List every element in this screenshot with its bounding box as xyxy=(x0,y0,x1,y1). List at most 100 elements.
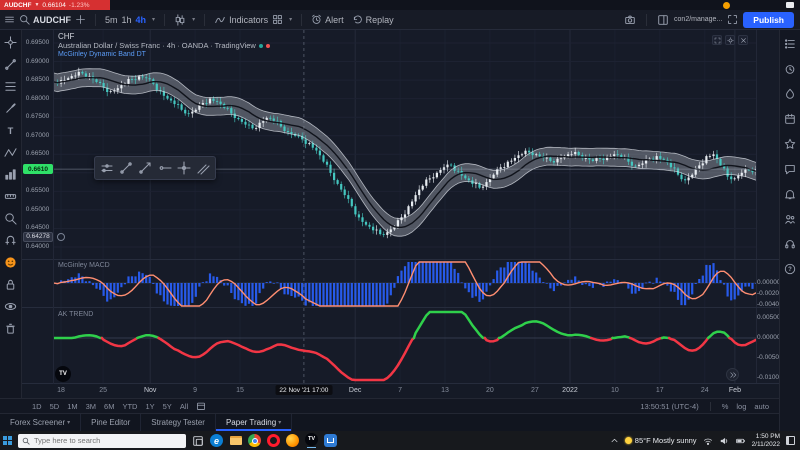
ideas-star-icon[interactable] xyxy=(784,138,796,150)
magnet-icon[interactable] xyxy=(4,234,17,247)
bottom-tab[interactable]: Strategy Tester xyxy=(141,414,216,431)
profile-avatar[interactable] xyxy=(723,1,730,9)
active-browser-tab[interactable]: AUDCHF ▼ 0.66104 -1.23% xyxy=(0,0,110,10)
publish-button[interactable]: Publish xyxy=(743,11,794,28)
range-button[interactable]: 5D xyxy=(46,402,64,411)
crosshair-icon[interactable] xyxy=(4,36,17,49)
emoji-tool-icon[interactable] xyxy=(4,256,17,269)
fib-retracement-icon[interactable] xyxy=(4,80,17,93)
tradingview-watermark-logo[interactable]: TV xyxy=(55,366,71,382)
notification-center-icon[interactable] xyxy=(786,436,795,445)
weather-widget[interactable]: 85°F Mostly sunny xyxy=(624,436,697,445)
parallel-channel-tool-icon[interactable] xyxy=(196,161,210,175)
chrome-browser-icon[interactable] xyxy=(248,434,261,447)
pane-divider[interactable] xyxy=(22,307,779,308)
eye-icon[interactable] xyxy=(4,300,17,313)
go-to-date-calendar-icon[interactable] xyxy=(196,401,206,411)
indicators-button[interactable]: Indicators xyxy=(214,14,268,26)
brush-icon[interactable] xyxy=(4,102,17,115)
replay-button[interactable]: Replay xyxy=(352,14,394,25)
trend-line-icon[interactable] xyxy=(4,58,17,71)
edge-browser-icon[interactable]: e xyxy=(210,434,223,447)
alert-marker-icon[interactable] xyxy=(57,232,65,241)
tray-chevron-up-icon[interactable] xyxy=(610,436,619,445)
templates-caret[interactable]: ▾ xyxy=(289,16,292,23)
file-explorer-icon[interactable] xyxy=(229,434,242,447)
scale-toggle[interactable]: % xyxy=(718,402,733,411)
text-tool-icon[interactable]: T xyxy=(4,124,17,137)
forecast-icon[interactable] xyxy=(4,168,17,181)
time-scale[interactable]: 18 25 Nov 9 15 Dec 7 13 20 27 2022 10 17 24 Feb 22 Nov… xyxy=(22,384,779,398)
trend-panel-canvas[interactable] xyxy=(54,308,756,384)
macd-panel-canvas[interactable] xyxy=(54,260,756,308)
pane-maximize-icon[interactable] xyxy=(712,35,722,45)
chart-style-button[interactable] xyxy=(174,13,186,26)
scale-toggle[interactable]: log xyxy=(732,402,750,411)
compare-plus-icon[interactable] xyxy=(75,14,86,25)
timeframe-caret[interactable]: ▾ xyxy=(152,16,155,23)
task-view-icon[interactable] xyxy=(192,435,204,447)
measure-icon[interactable] xyxy=(4,190,17,203)
chart-style-caret[interactable]: ▾ xyxy=(192,16,195,23)
alerts-clock-icon[interactable] xyxy=(784,63,796,75)
go-to-realtime-button[interactable] xyxy=(726,368,739,381)
alert-button[interactable]: Alert xyxy=(311,14,344,25)
lock-icon[interactable] xyxy=(4,278,17,291)
range-button[interactable]: All xyxy=(176,402,192,411)
range-button[interactable]: 1M xyxy=(63,402,81,411)
camera-icon[interactable] xyxy=(624,14,636,26)
legend-symbol[interactable]: CHF xyxy=(58,32,270,41)
opera-browser-icon[interactable] xyxy=(267,434,280,447)
range-button[interactable]: 6M xyxy=(100,402,118,411)
trash-icon[interactable] xyxy=(4,322,17,335)
timeframe-5m[interactable]: 5m xyxy=(105,15,118,25)
taskbar-search[interactable] xyxy=(18,433,186,448)
zoom-icon[interactable] xyxy=(4,212,17,225)
support-headset-icon[interactable] xyxy=(784,238,796,250)
symbol-search-button[interactable]: AUDCHF xyxy=(19,14,71,25)
range-button[interactable]: YTD xyxy=(118,402,141,411)
legend-description[interactable]: Australian Dollar / Swiss Franc · 4h · O… xyxy=(58,41,256,50)
pane-close-icon[interactable] xyxy=(738,35,748,45)
indicator-templates-button[interactable] xyxy=(272,14,283,25)
pattern-icon[interactable] xyxy=(4,146,17,159)
trend-line-tool-icon[interactable] xyxy=(119,161,133,175)
window-control[interactable] xyxy=(786,2,794,8)
menu-icon[interactable] xyxy=(4,14,15,25)
hotlists-flame-icon[interactable] xyxy=(784,88,796,100)
range-button[interactable]: 1D xyxy=(28,402,46,411)
start-button[interactable] xyxy=(3,436,12,445)
volume-icon[interactable] xyxy=(719,436,729,446)
bottom-tab[interactable]: Forex Screener ▾ xyxy=(0,414,82,431)
battery-icon[interactable] xyxy=(735,436,746,446)
macd-label[interactable]: McGinley MACD xyxy=(58,262,110,269)
pane-divider[interactable] xyxy=(22,259,779,260)
legend-indicator[interactable]: McGinley Dynamic Band DT xyxy=(58,51,270,58)
bottom-tab[interactable]: Paper Trading ▾ xyxy=(216,414,293,431)
help-question-icon[interactable]: ? xyxy=(784,263,796,275)
timeframe-1h[interactable]: 1h xyxy=(122,15,132,25)
layout-icon[interactable] xyxy=(657,14,669,26)
ray-tool-icon[interactable] xyxy=(138,161,152,175)
search-input[interactable] xyxy=(34,436,164,445)
clock-utc[interactable]: 13:50:51 (UTC-4) xyxy=(636,402,702,411)
microsoft-store-icon[interactable] xyxy=(324,434,337,447)
cross-line-tool-icon[interactable] xyxy=(177,161,191,175)
horizontal-line-tool-icon[interactable] xyxy=(100,161,114,175)
trend-label[interactable]: AK TREND xyxy=(58,311,93,318)
main-chart-canvas[interactable] xyxy=(54,30,756,260)
wifi-icon[interactable] xyxy=(703,436,713,446)
price-scale[interactable]: 0.69500 0.69000 0.68500 0.68000 0.67500 0.670… xyxy=(22,30,54,384)
range-button[interactable]: 5Y xyxy=(159,402,176,411)
taskbar-clock[interactable]: 1:50 PM 2/11/2022 xyxy=(752,433,780,449)
scale-toggle[interactable]: auto xyxy=(750,402,773,411)
community-people-icon[interactable] xyxy=(784,213,796,225)
calendar-icon[interactable] xyxy=(784,113,796,125)
indicator-scale[interactable]: 0.00000-0.00200-0.004000.005000.00000-0.… xyxy=(756,30,779,384)
layout-name[interactable]: con2/manage... xyxy=(674,16,722,23)
tradingview-app-icon[interactable]: TV xyxy=(305,432,318,446)
range-button[interactable]: 1Y xyxy=(141,402,158,411)
notifications-bell-icon[interactable] xyxy=(784,188,796,200)
timeframe-4h[interactable]: 4h xyxy=(136,15,147,25)
watchlist-icon[interactable] xyxy=(784,38,796,50)
